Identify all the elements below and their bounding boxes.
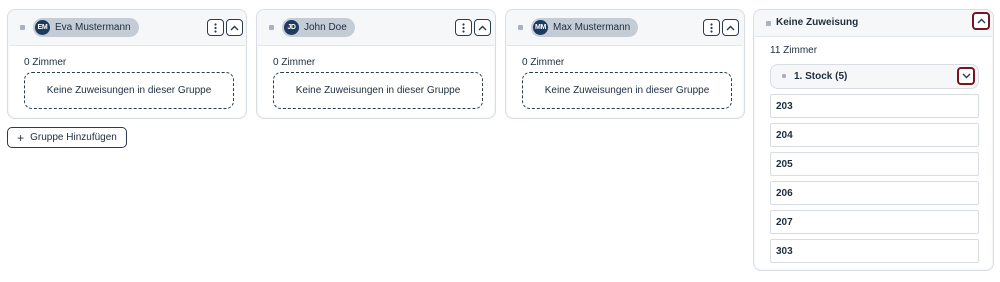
user-chip: EM Eva Mustermann [33, 18, 139, 37]
empty-drop-zone[interactable]: Keine Zuweisungen in dieser Gruppe [24, 72, 234, 109]
more-options-button[interactable] [207, 19, 224, 36]
more-vertical-icon [214, 22, 217, 33]
room-item[interactable]: 205 [770, 152, 979, 176]
collapse-button[interactable] [474, 19, 491, 36]
room-count: 0 Zimmer [24, 57, 67, 68]
room-count: 11 Zimmer [770, 45, 818, 56]
expand-floor-button[interactable] [957, 67, 975, 85]
group-card-header: MM Max Mustermann [506, 10, 744, 45]
chevron-up-icon [230, 25, 239, 30]
avatar: EM [35, 20, 50, 35]
chevron-down-icon [962, 73, 970, 79]
unassigned-body: 11 Zimmer 1. Stock (5) 203 204 205 206 2… [755, 36, 992, 269]
more-options-button[interactable] [703, 19, 720, 36]
collapse-button[interactable] [226, 19, 243, 36]
room-item[interactable]: 204 [770, 123, 979, 147]
unassigned-card: Keine Zuweisung 11 Zimmer 1. Stock (5) 2… [753, 9, 994, 271]
collapse-button[interactable] [972, 12, 990, 30]
drag-handle-icon [766, 21, 771, 26]
group-card-body: 0 Zimmer Keine Zuweisungen in dieser Gru… [258, 45, 494, 117]
user-name: John Doe [304, 22, 347, 33]
drag-handle-icon[interactable] [518, 25, 523, 30]
avatar: JD [284, 20, 299, 35]
add-group-label: Gruppe Hinzufügen [30, 132, 117, 143]
room-count: 0 Zimmer [273, 57, 316, 68]
more-vertical-icon [462, 22, 465, 33]
unassigned-title: Keine Zuweisung [776, 17, 859, 28]
group-card-john-doe: JD John Doe 0 Zimmer Keine Zuweisungen i… [256, 9, 496, 119]
chevron-up-icon [478, 25, 487, 30]
user-name: Max Mustermann [553, 22, 631, 33]
plus-icon: + [17, 130, 25, 145]
chevron-up-icon [977, 18, 985, 24]
drag-handle-icon[interactable] [20, 25, 25, 30]
group-card-max-mustermann: MM Max Mustermann 0 Zimmer Keine Zuweisu… [505, 9, 745, 119]
avatar: MM [533, 20, 548, 35]
room-item[interactable]: 207 [770, 210, 979, 234]
group-card-header: EM Eva Mustermann [8, 10, 246, 45]
room-item[interactable]: 206 [770, 181, 979, 205]
empty-drop-zone[interactable]: Keine Zuweisungen in dieser Gruppe [522, 72, 732, 109]
user-chip: MM Max Mustermann [531, 18, 639, 37]
group-card-header: JD John Doe [257, 10, 495, 45]
room-count: 0 Zimmer [522, 57, 565, 68]
floor-label: 1. Stock (5) [794, 71, 848, 82]
add-group-button[interactable]: + Gruppe Hinzufügen [7, 127, 127, 148]
group-card-body: 0 Zimmer Keine Zuweisungen in dieser Gru… [9, 45, 245, 117]
room-item[interactable]: 303 [770, 239, 979, 263]
floor-group-header[interactable]: 1. Stock (5) [770, 64, 979, 89]
room-item[interactable]: 203 [770, 94, 979, 118]
more-vertical-icon [710, 22, 713, 33]
user-name: Eva Mustermann [55, 22, 131, 33]
empty-drop-zone[interactable]: Keine Zuweisungen in dieser Gruppe [273, 72, 483, 109]
drag-handle-icon[interactable] [269, 25, 274, 30]
user-chip: JD John Doe [282, 18, 355, 37]
chevron-up-icon [726, 25, 735, 30]
group-card-body: 0 Zimmer Keine Zuweisungen in dieser Gru… [507, 45, 743, 117]
more-options-button[interactable] [455, 19, 472, 36]
group-card-eva-mustermann: EM Eva Mustermann 0 Zimmer Keine Zuweisu… [7, 9, 247, 119]
drag-handle-icon [782, 74, 786, 78]
collapse-button[interactable] [722, 19, 739, 36]
